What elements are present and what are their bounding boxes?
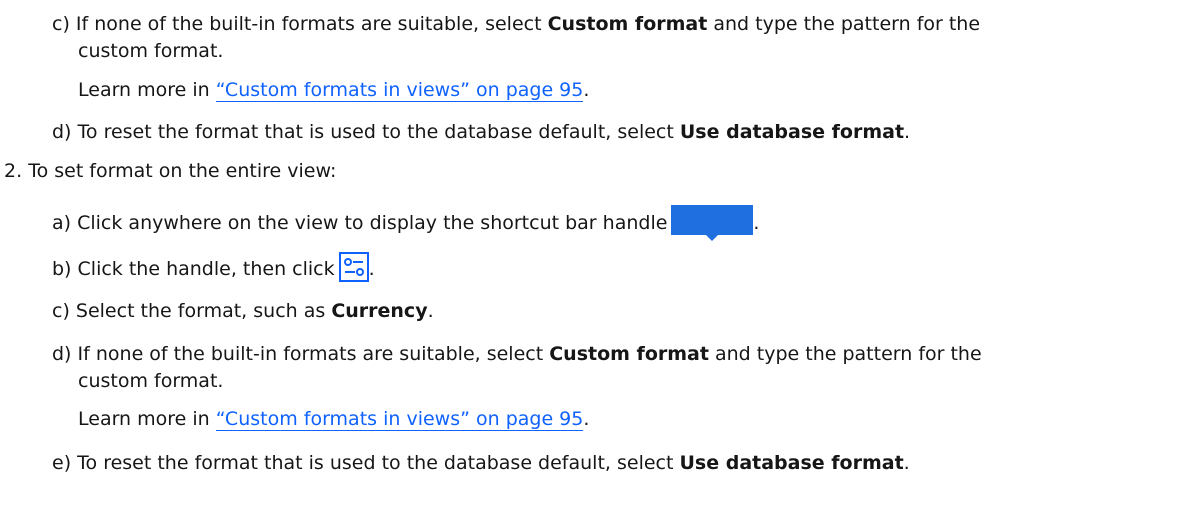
step-2a: a) Click anywhere on the view to display… [52, 205, 760, 241]
step-text-tail: . [903, 452, 910, 474]
step-1c-continuation: custom format. [78, 40, 224, 62]
step-2d-continuation: custom format. [78, 370, 224, 392]
step-marker: c) [52, 13, 70, 35]
step-text-tail: . [904, 121, 911, 143]
step-text: To reset the format that is used to the … [77, 452, 680, 474]
step-2d: d) If none of the built-in formats are s… [52, 341, 982, 368]
step-text-tail: . [368, 258, 375, 280]
step-2c: c) Select the format, such as Currency. [52, 298, 434, 325]
step-text-tail: . [753, 212, 760, 234]
learn-more-2: Learn more in “Custom formats in views” … [78, 406, 589, 433]
step-marker: 2. [4, 160, 23, 182]
step-text: Click the handle, then click [77, 258, 335, 280]
step-2e: e) To reset the format that is used to t… [52, 450, 910, 477]
step-text: If none of the built-in formats are suit… [75, 13, 548, 35]
document-page: c) If none of the built-in formats are s… [0, 0, 1195, 523]
step-marker: a) [52, 212, 72, 234]
step-text: Select the format, such as [75, 300, 332, 322]
learn-more-prefix: Learn more in [78, 408, 216, 430]
custom-formats-link[interactable]: “Custom formats in views” on page 95 [215, 79, 584, 102]
step-2b: b) Click the handle, then click . [52, 252, 375, 283]
step-text: To set format on the entire view: [28, 160, 337, 182]
shortcut-bar-handle-icon [671, 205, 754, 241]
step-marker: b) [52, 258, 72, 280]
bold-term: Custom format [547, 13, 708, 35]
learn-more-prefix: Learn more in [78, 79, 216, 101]
step-marker: c) [52, 300, 70, 322]
step-text: If none of the built-in formats are suit… [77, 343, 550, 365]
learn-more-suffix: . [583, 408, 590, 430]
learn-more-suffix: . [583, 79, 590, 101]
step-text-tail: . [427, 300, 434, 322]
bold-term: Use database format [679, 121, 905, 143]
step-marker: e) [52, 452, 72, 474]
step-marker: d) [52, 343, 72, 365]
step-2: 2. To set format on the entire view: [4, 158, 336, 185]
step-marker: d) [52, 121, 72, 143]
step-text-tail: and type the pattern for the [708, 343, 982, 365]
bold-term: Use database format [679, 452, 904, 474]
bold-term: Custom format [549, 343, 709, 365]
bold-term: Currency [331, 300, 428, 322]
step-1c: c) If none of the built-in formats are s… [52, 11, 980, 38]
step-1d: d) To reset the format that is used to t… [52, 119, 910, 146]
learn-more-1: Learn more in “Custom formats in views” … [78, 77, 589, 104]
step-text: To reset the format that is used to the … [77, 121, 680, 143]
format-settings-icon [338, 252, 369, 282]
custom-formats-link[interactable]: “Custom formats in views” on page 95 [215, 408, 584, 431]
step-text-tail: and type the pattern for the [707, 13, 981, 35]
step-text: Click anywhere on the view to display th… [77, 212, 668, 234]
